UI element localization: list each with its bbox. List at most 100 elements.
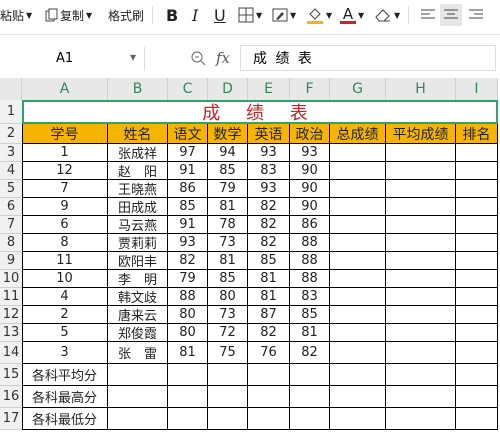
data-cell[interactable]: 78	[208, 216, 248, 234]
data-cell[interactable]: 81	[248, 270, 290, 288]
data-cell[interactable]: 73	[208, 234, 248, 252]
fill-color-button[interactable]: ▼	[306, 4, 332, 26]
data-cell[interactable]: 90	[290, 198, 330, 216]
data-cell[interactable]: 80	[168, 306, 208, 324]
underline-button[interactable]: U	[214, 4, 226, 26]
column-header-a[interactable]: A	[22, 78, 108, 100]
data-cell[interactable]: 93	[168, 234, 208, 252]
data-cell[interactable]: 唐来云	[108, 306, 168, 324]
empty-cell[interactable]	[290, 408, 330, 430]
header-cell[interactable]: 平均成绩	[386, 124, 456, 144]
empty-cell[interactable]	[330, 408, 386, 430]
data-cell[interactable]: 王晓燕	[108, 180, 168, 198]
row-header-5[interactable]: 5	[0, 180, 22, 198]
empty-cell[interactable]	[330, 342, 386, 364]
empty-cell[interactable]	[248, 364, 290, 386]
data-cell[interactable]: 张 雷	[108, 342, 168, 364]
column-header-c[interactable]: C	[168, 78, 208, 100]
paste-button[interactable]: 粘贴 ▼	[0, 4, 32, 26]
column-header-g[interactable]: G	[330, 78, 386, 100]
borders-button[interactable]: ▼	[238, 4, 262, 26]
data-cell[interactable]: 韩文歧	[108, 288, 168, 306]
data-cell[interactable]: 6	[22, 216, 108, 234]
data-cell[interactable]: 93	[248, 180, 290, 198]
empty-cell[interactable]	[290, 386, 330, 408]
data-cell[interactable]: 7	[22, 180, 108, 198]
row-header-16[interactable]: 16	[0, 386, 22, 408]
data-cell[interactable]: 11	[22, 252, 108, 270]
empty-cell[interactable]	[108, 386, 168, 408]
empty-cell[interactable]	[208, 408, 248, 430]
header-cell[interactable]: 姓名	[108, 124, 168, 144]
row-header-9[interactable]: 9	[0, 252, 22, 270]
row-header-4[interactable]: 4	[0, 162, 22, 180]
data-cell[interactable]: 3	[22, 342, 108, 364]
row-header-13[interactable]: 13	[0, 324, 22, 342]
data-cell[interactable]: 76	[248, 342, 290, 364]
empty-cell[interactable]	[168, 386, 208, 408]
empty-cell[interactable]	[456, 162, 498, 180]
header-cell[interactable]: 英语	[248, 124, 290, 144]
select-all-corner[interactable]	[0, 78, 22, 100]
empty-cell[interactable]	[456, 288, 498, 306]
empty-cell[interactable]	[248, 386, 290, 408]
chevron-down-icon[interactable]: ▼	[130, 53, 136, 62]
data-cell[interactable]: 马云燕	[108, 216, 168, 234]
row-header-10[interactable]: 10	[0, 270, 22, 288]
cell-format-button[interactable]: ▼	[272, 4, 296, 26]
empty-cell[interactable]	[386, 162, 456, 180]
column-header-d[interactable]: D	[208, 78, 248, 100]
row-header-12[interactable]: 12	[0, 306, 22, 324]
data-cell[interactable]: 88	[168, 288, 208, 306]
empty-cell[interactable]	[456, 364, 498, 386]
empty-cell[interactable]	[208, 364, 248, 386]
fx-label[interactable]: fx	[216, 49, 230, 67]
empty-cell[interactable]	[330, 324, 386, 342]
empty-cell[interactable]	[386, 408, 456, 430]
data-cell[interactable]: 85	[208, 162, 248, 180]
empty-cell[interactable]	[386, 342, 456, 364]
data-cell[interactable]: 75	[208, 342, 248, 364]
header-cell[interactable]: 学号	[22, 124, 108, 144]
data-cell[interactable]: 86	[168, 180, 208, 198]
empty-cell[interactable]	[330, 144, 386, 162]
data-cell[interactable]: 73	[208, 306, 248, 324]
data-cell[interactable]: 93	[290, 144, 330, 162]
column-header-f[interactable]: F	[290, 78, 330, 100]
empty-cell[interactable]	[330, 234, 386, 252]
data-cell[interactable]: 郑俊霞	[108, 324, 168, 342]
align-center-button[interactable]	[440, 4, 462, 26]
row-header-7[interactable]: 7	[0, 216, 22, 234]
data-cell[interactable]: 张成祥	[108, 144, 168, 162]
font-color-button[interactable]: A ▼	[340, 4, 364, 26]
empty-cell[interactable]	[108, 364, 168, 386]
name-box[interactable]: A1 ▼	[4, 47, 145, 71]
data-cell[interactable]: 88	[290, 234, 330, 252]
row-header-14[interactable]: 14	[0, 342, 22, 364]
empty-cell[interactable]	[208, 386, 248, 408]
empty-cell[interactable]	[456, 234, 498, 252]
align-left-button[interactable]	[420, 4, 436, 26]
empty-cell[interactable]	[456, 180, 498, 198]
empty-cell[interactable]	[386, 198, 456, 216]
summary-label-cell[interactable]: 各科最高分	[22, 386, 108, 408]
data-cell[interactable]: 72	[208, 324, 248, 342]
header-cell[interactable]: 数学	[208, 124, 248, 144]
data-cell[interactable]: 82	[168, 252, 208, 270]
data-cell[interactable]: 83	[290, 288, 330, 306]
empty-cell[interactable]	[456, 408, 498, 430]
column-header-h[interactable]: H	[386, 78, 456, 100]
empty-cell[interactable]	[330, 386, 386, 408]
empty-cell[interactable]	[386, 216, 456, 234]
italic-button[interactable]: I	[192, 4, 198, 26]
empty-cell[interactable]	[456, 252, 498, 270]
copy-button[interactable]: 复制 ▼	[44, 4, 92, 26]
data-cell[interactable]: 81	[208, 198, 248, 216]
data-cell[interactable]: 4	[22, 288, 108, 306]
empty-cell[interactable]	[330, 270, 386, 288]
empty-cell[interactable]	[386, 324, 456, 342]
data-cell[interactable]: 81	[168, 342, 208, 364]
data-cell[interactable]: 贾莉莉	[108, 234, 168, 252]
row-header-15[interactable]: 15	[0, 364, 22, 386]
empty-cell[interactable]	[248, 408, 290, 430]
